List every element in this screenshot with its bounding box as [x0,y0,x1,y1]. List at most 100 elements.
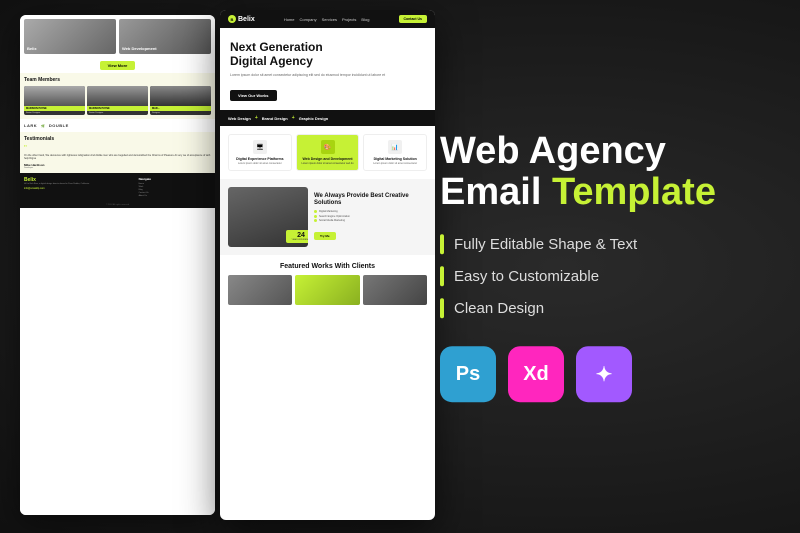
mini-view-more: View More [20,58,215,73]
marketing-line2: Email [440,172,541,214]
service-graphicdesign: Graphic Design [299,116,329,121]
service-label-1: Web Design [228,116,251,121]
marketing-line1: Web Agency [440,130,666,172]
mini-nav-home: Home [139,183,211,185]
left-panel-preview: Belix Web Development View More Team Mem… [20,15,215,515]
tool-ps-badge: Ps [440,346,496,402]
feature-card-2: 🎨 Web Design and Development Lorem ipsum… [296,134,360,171]
mini-footer-right: Navigate Home Work Blog Contact Us About… [139,177,211,198]
marketing-title: Web Agency Email Template [440,131,780,215]
solutions-content: We Always Provide Best Creative Solution… [314,193,427,242]
mini-testimonials-title: Testimonials [24,136,211,142]
solution-item-3: Social Media Marketing [314,219,427,222]
mini-view-more-btn: View More [100,61,136,70]
tool-fig-badge: ✦ [576,346,632,402]
solutions-section: 24 YEAR EXPERIENCE We Always Provide Bes… [220,179,435,255]
check-bar-2 [440,266,444,286]
featured-item-3 [363,275,427,305]
mini-thumb-webdev: Web Development [119,19,211,54]
email-navbar: B Belix Home Company Services Projects B… [220,10,435,28]
mini-footer-left: Belix Hi I'm Nick Bow, a digital design … [24,177,133,198]
check-bar-3 [440,298,444,318]
solutions-list: Digital Marketing Search Engine Optimiza… [314,210,427,222]
service-webdesign: Web Design [228,116,251,121]
feature-title-3: Digital Marketing Solution [367,157,423,161]
feature-icon-1: 🖥 [253,140,267,154]
service-plus-1: + [255,115,258,121]
feature-item-1: Fully Editable Shape & Text [440,234,780,254]
tool-xd-badge: Xd [508,346,564,402]
logo-text: Belix [238,16,255,23]
service-branddesign: Brand Design [262,116,288,121]
email-logo: B Belix [228,15,255,23]
feature-list: Fully Editable Shape & Text Easy to Cust… [440,234,780,318]
featured-grid [228,275,427,305]
nav-cta-button[interactable]: Contact Us [399,15,427,23]
feature-text-3: Clean Design [454,300,544,317]
solutions-title: We Always Provide Best Creative Solution… [314,193,427,207]
mini-team-title: Team Members [24,77,211,83]
logo-double: DOUBLE [49,123,69,128]
tool-fig-label: ✦ [596,362,613,387]
logo-lark: LARK [24,123,37,128]
mini-team-row: MADISON PAYNE Senior Designer MADISON PA… [24,86,211,115]
mini-logos-bar: LARK 🌿 DOUBLE [20,119,215,132]
tool-xd-label: Xd [523,363,549,386]
team-role-3: Designer [150,111,211,115]
hero-subtext: Lorem ipsum dolor sit amet consectetur a… [230,73,425,78]
mini-header-thumbs: Belix Web Development [20,15,215,58]
tool-ps-wrapper: Ps [440,346,496,402]
features-section: 🖥 Digital Experience Platforms Lorem ips… [220,126,435,179]
feature-text-2: Easy to Customizable [454,268,599,285]
feature-desc-2: Lorem ipsum dolor sit amet consectetur s… [300,162,356,165]
center-panel-preview: B Belix Home Company Services Projects B… [220,10,435,520]
nav-services: Services [322,17,337,22]
mini-nav-blog: Blog [139,189,211,191]
team-card-1: MADISON PAYNE Senior Designer [24,86,85,115]
mini-email-template: Belix Web Development View More Team Mem… [20,15,215,515]
mini-thumb-label-2: Web Development [122,46,157,51]
mini-nav-about: About Us [139,195,211,197]
mini-quote-mark: " [24,145,211,153]
solutions-image: 24 YEAR EXPERIENCE [228,187,308,247]
exp-label: YEAR EXPERIENCE [290,239,308,241]
right-panel: Web Agency Email Template Fully Editable… [440,131,780,403]
nav-home: Home [284,17,295,22]
featured-section: Featured Works With Clients [220,255,435,313]
feature-icon-3: 📊 [388,140,402,154]
team-card-3: MAD... Designer [150,86,211,115]
feature-card-1: 🖥 Digital Experience Platforms Lorem ips… [228,134,292,171]
mini-quote-text: On the other hand, We denounce with righ… [24,154,211,161]
tool-fig-wrapper: ✦ [576,346,632,402]
mini-nav-work: Work [139,186,211,188]
featured-item-1 [228,275,292,305]
email-hero: Next Generation Digital Agency Lorem ips… [220,28,435,110]
mini-thumb-technology: Belix [24,19,116,54]
mini-copyright: © 2024 All rights reserved [20,202,215,208]
mini-footer: Belix Hi I'm Nick Bow, a digital design … [20,173,215,202]
feature-card-3: 📊 Digital Marketing Solution Lorem ipsum… [363,134,427,171]
mini-testimonials: Testimonials " On the other hand, We den… [20,132,215,173]
featured-title: Featured Works With Clients [228,263,427,270]
solutions-cta-button[interactable]: Try Me [314,232,336,240]
feature-desc-1: Lorem ipsum dolor sit amet consectetur [232,162,288,165]
mini-footer-desc: Hi I'm Nick Bow, a digital design direct… [24,183,133,186]
service-label-3: Graphic Design [299,116,329,121]
mini-footer-email: info@emaildp.com [24,187,133,190]
team-role-1: Senior Designer [24,111,85,115]
hero-line2: Digital Agency [230,54,313,68]
feature-title-2: Web Design and Development [300,157,356,161]
solution-item-1: Digital Marketing [314,210,427,213]
hero-heading: Next Generation Digital Agency [230,40,425,69]
mini-footer-nav-title: Navigate [139,177,211,181]
featured-item-2 [295,275,359,305]
mini-thumb-label-1: Belix [27,46,37,51]
marketing-line3: Template [552,172,716,214]
tool-xd-wrapper: Xd [508,346,564,402]
feature-desc-3: Lorem ipsum dolor sit amet consectetur [367,162,423,165]
mini-nav-contact: Contact Us [139,192,211,194]
hero-cta-button[interactable]: View Our Works [230,90,277,101]
feature-item-3: Clean Design [440,298,780,318]
nav-projects: Projects [342,17,356,22]
mini-team-section: Team Members MADISON PAYNE Senior Design… [20,73,215,119]
